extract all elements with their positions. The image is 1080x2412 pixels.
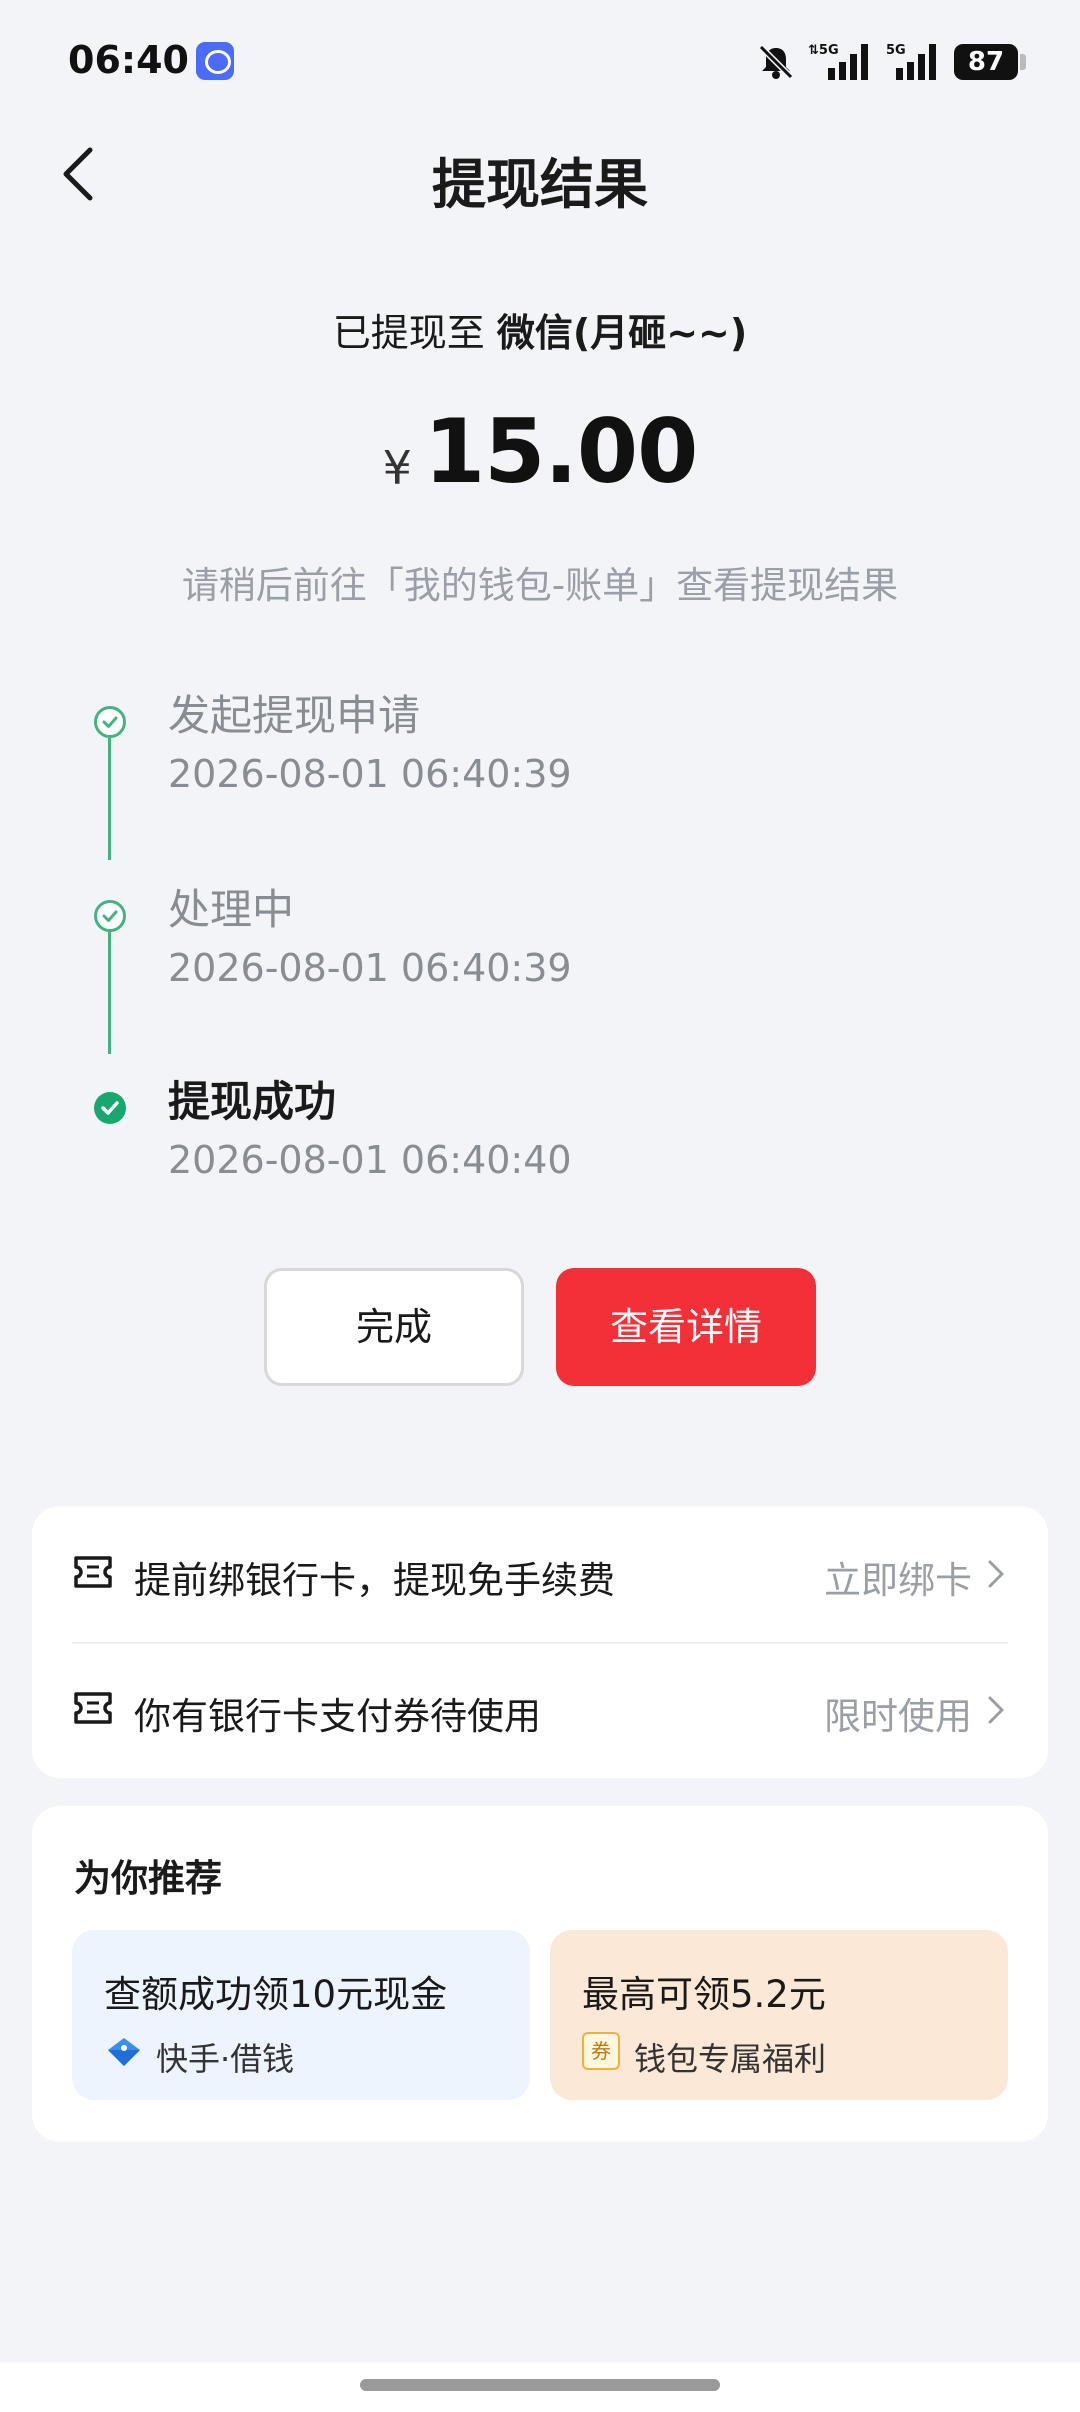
recommend-tile-title: 查额成功领10元现金 (104, 1973, 448, 2016)
status-bar: 06:40 ⇅5G 5G 87 (0, 0, 1080, 120)
destination-prefix: 已提现至 (332, 311, 485, 355)
5g-signal-icon: ⇅5G (808, 43, 868, 80)
promo-row-coupon[interactable]: 你有银行卡支付券待使用 限时使用 (72, 1642, 1008, 1778)
timeline-step-time: 2026-08-01 06:40:39 (168, 946, 572, 990)
svg-text:⇅5G: ⇅5G (808, 43, 839, 58)
timeline-step-time: 2026-08-01 06:40:40 (168, 1138, 572, 1182)
recommend-tile-subtitle: 快手·借钱 (156, 2040, 295, 2078)
promo-action-link[interactable]: 立即绑卡 (824, 1550, 972, 1604)
timeline-connector (108, 738, 111, 860)
ticket-icon (74, 1692, 112, 1724)
check-circle-icon (94, 900, 126, 932)
mute-icon (758, 44, 794, 80)
recommend-tile-wallet[interactable]: 最高可领5.2元 券 钱包专属福利 (550, 1930, 1008, 2100)
coupon-icon: 券 (582, 2032, 620, 2070)
page-title: 提现结果 (432, 153, 648, 216)
progress-timeline: 发起提现申请 2026-08-01 06:40:39 处理中 2026-08-0… (0, 670, 1080, 1210)
battery-level: 87 (954, 44, 1018, 80)
svg-text:5G: 5G (886, 43, 906, 58)
promo-action-link[interactable]: 限时使用 (824, 1686, 972, 1740)
check-circle-icon (94, 706, 126, 738)
chevron-right-icon (988, 1560, 1004, 1588)
recommend-title: 为你推荐 (74, 1857, 222, 1900)
done-button[interactable]: 完成 (264, 1268, 524, 1386)
5g-signal-icon: 5G (886, 43, 936, 80)
diamond-icon (108, 2038, 140, 2066)
chevron-right-icon (988, 1696, 1004, 1724)
ticket-icon (74, 1556, 112, 1588)
promo-card: 提前绑银行卡，提现免手续费 立即绑卡 你有银行卡支付券待使用 限时使用 (32, 1506, 1048, 1778)
recommend-tile-title: 最高可领5.2元 (582, 1973, 826, 2016)
timeline-step-title: 提现成功 (168, 1077, 337, 1126)
timeline-connector (108, 932, 111, 1054)
check-circle-filled-icon (94, 1092, 126, 1124)
promo-row-bind-card[interactable]: 提前绑银行卡，提现免手续费 立即绑卡 (72, 1506, 1008, 1642)
recommend-tile-subtitle: 钱包专属福利 (634, 2040, 827, 2078)
status-time: 06:40 (68, 38, 189, 82)
result-hint: 请稍后前往「我的钱包-账单」查看提现结果 (181, 564, 899, 607)
withdraw-destination: 已提现至 微信(月砸~~) (0, 302, 1080, 357)
currency-symbol: ¥ (382, 441, 412, 495)
promo-text: 提前绑银行卡，提现免手续费 (134, 1559, 615, 1602)
amount-row: ¥15.00 (0, 400, 1080, 503)
timeline-step-title: 处理中 (168, 885, 295, 934)
home-indicator[interactable] (360, 2379, 720, 2391)
recommend-card: 为你推荐 查额成功领10元现金 快手·借钱 最高可领5.2元 券 钱包专属福利 (32, 1806, 1048, 2142)
battery-cap (1020, 54, 1026, 70)
timeline-step-time: 2026-08-01 06:40:39 (168, 752, 572, 796)
withdraw-amount: 15.00 (423, 400, 698, 503)
destination-account: 微信(月砸~~) (496, 311, 748, 355)
recommend-tile-loan[interactable]: 查额成功领10元现金 快手·借钱 (72, 1930, 530, 2100)
app-notification-icon (196, 42, 234, 80)
promo-text: 你有银行卡支付券待使用 (134, 1695, 541, 1738)
view-details-button[interactable]: 查看详情 (556, 1268, 816, 1386)
timeline-step-title: 发起提现申请 (168, 691, 421, 740)
